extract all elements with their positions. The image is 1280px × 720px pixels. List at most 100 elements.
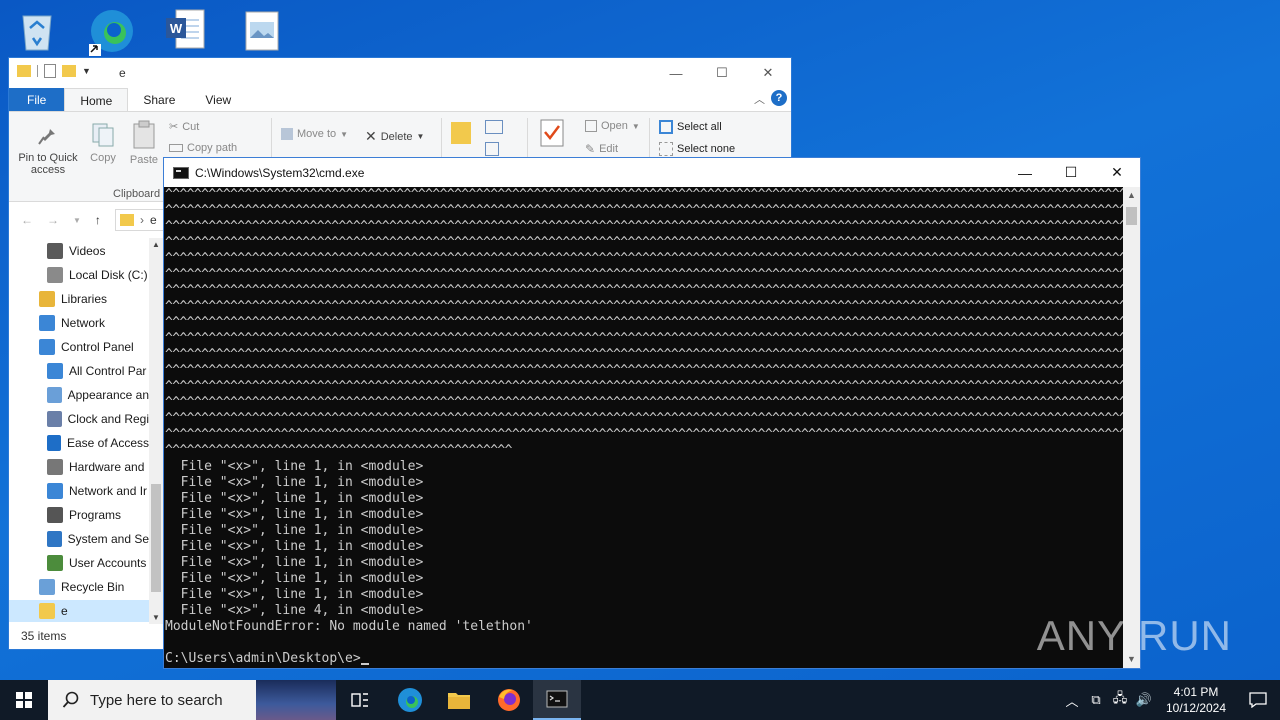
nav-item-icon [47,483,63,499]
edit-icon: ✎ [585,142,596,156]
nav-item-icon [39,315,55,331]
console-output[interactable]: ^^^^^^^^^^^^^^^^^^^^^^^^^^^^^^^^^^^^^^^^… [165,187,1123,668]
help-icon[interactable]: ? [771,90,787,106]
nav-item[interactable]: Local Disk (C:) [9,264,149,286]
tab-share[interactable]: Share [128,88,190,111]
nav-item[interactable]: Network and Ir [9,480,149,502]
clipboard-group-label: Clipboard [113,188,161,200]
tab-view[interactable]: View [190,88,246,111]
taskbar-cmd[interactable] [533,680,581,720]
paste-button[interactable]: Paste [129,120,159,166]
taskbar-file-explorer[interactable] [435,680,483,720]
taskbar-search-box[interactable]: Type here to search [48,680,336,720]
breadcrumb-chevron-icon: › [140,213,144,227]
word-document-icon[interactable]: W [162,6,210,56]
nav-item[interactable]: Libraries [9,288,149,310]
caret-line: ^^^^^^^^^^^^^^^^^^^^^^^^^^^^^^^^^^^^^^^^… [165,315,1123,330]
nav-item-label: Network [61,316,106,330]
open-button[interactable]: Open ▼ [585,120,640,132]
traceback-line: File "<x>", line 1, in <module> [165,491,424,506]
command-prompt-window[interactable]: C:\Windows\System32\cmd.exe — ☐ ✕ ^^^^^^… [163,157,1141,669]
properties-button[interactable] [539,118,565,151]
svg-text:W: W [170,21,183,36]
nav-item[interactable]: e [9,600,149,622]
volume-icon[interactable]: 🔊 [1132,692,1156,708]
select-none-button[interactable]: Select none [659,142,735,156]
history-chevron-icon[interactable]: ▼ [73,216,81,225]
search-icon [62,691,79,708]
minimize-button[interactable]: — [1002,158,1048,187]
nav-item[interactable]: Appearance an [9,384,149,406]
new-item-button[interactable] [485,120,503,137]
nav-item[interactable]: Ease of Access [9,432,149,454]
task-view-button[interactable] [336,680,384,720]
prompt-line[interactable]: C:\Users\admin\Desktop\e> [165,651,1123,667]
copy-path-icon [169,144,183,152]
taskbar-edge[interactable] [386,680,434,720]
close-button[interactable]: ✕ [1094,158,1140,187]
maximize-button[interactable]: ☐ [1048,158,1094,187]
nav-item[interactable]: Control Panel [9,336,149,358]
cut-button[interactable]: ✂ Cut [169,120,199,134]
back-arrow-icon[interactable]: ← [21,213,33,227]
nav-item[interactable]: Recycle Bin [9,576,149,598]
network-status-icon[interactable]: ⧉ [1084,692,1108,708]
nav-item-icon [39,291,55,307]
nav-item[interactable]: All Control Par [9,360,149,382]
select-all-button[interactable]: Select all [659,120,722,134]
edge-icon[interactable] [87,6,135,56]
delete-x-icon: ✕ [365,128,377,144]
nav-item[interactable]: Hardware and [9,456,149,478]
copy-button[interactable]: Copy [89,122,117,164]
nav-item[interactable]: Programs [9,504,149,526]
collapse-ribbon-icon[interactable]: ︿ [754,91,765,107]
taskbar-clock[interactable]: 4:01 PM 10/12/2024 [1156,684,1236,716]
taskbar-firefox[interactable] [485,680,533,720]
new-folder-button[interactable] [451,122,471,147]
qat-dropdown-icon[interactable]: ▼ [82,66,91,76]
move-to-button[interactable]: Move to ▼ [281,128,348,140]
maximize-button[interactable]: ☐ [699,58,745,88]
windows-logo-icon [16,692,32,708]
recycle-bin-icon[interactable] [13,6,61,56]
navigation-scrollbar[interactable]: ▲ ▼ [149,238,163,624]
scroll-up-icon[interactable]: ▲ [152,240,160,249]
properties-icon[interactable] [44,64,56,78]
cmd-scrollbar[interactable]: ▲ ▼ [1123,187,1140,668]
caret-line: ^^^^^^^^^^^^^^^^^^^^^^^^^^^^^^^^^^^^^^^^… [165,187,1123,202]
image-file-icon[interactable] [238,6,286,56]
nav-item[interactable]: Videos [9,240,149,262]
notification-center-button[interactable] [1236,680,1280,720]
start-button[interactable] [0,680,48,720]
nav-item[interactable]: System and Se [9,528,149,550]
close-button[interactable]: ✕ [745,58,791,88]
nav-item[interactable]: Clock and Regi [9,408,149,430]
easy-access-icon [485,142,499,156]
edit-button[interactable]: ✎ Edit [585,142,618,156]
new-folder-icon[interactable] [62,65,76,77]
scrollbar-thumb[interactable] [1126,207,1137,225]
anyrun-watermark: ANY RUN [1036,612,1232,659]
task-view-icon [351,693,368,707]
nav-item[interactable]: Network [9,312,149,334]
nav-item-label: e [61,604,68,618]
system-tray: ︿ ⧉ 🖧 🔊 4:01 PM 10/12/2024 [1060,680,1280,720]
network-icon[interactable]: 🖧 [1108,689,1132,711]
paste-icon [133,120,155,149]
nav-item-icon [47,507,63,523]
tab-file[interactable]: File [9,88,65,111]
nav-item[interactable]: User Accounts [9,552,149,574]
delete-button[interactable]: ✕ Delete ▼ [365,128,424,145]
show-hidden-icons-icon[interactable]: ︿ [1060,691,1084,710]
copy-path-button[interactable]: Copy path [169,142,237,154]
forward-arrow-icon[interactable]: → [47,213,59,227]
chevron-down-icon: ▼ [631,121,640,131]
scrollbar-thumb[interactable] [151,484,161,592]
up-arrow-icon[interactable]: ↑ [95,213,101,227]
minimize-button[interactable]: — [653,58,699,88]
status-bar-item-count: 35 items [21,629,67,643]
tab-home[interactable]: Home [64,88,129,111]
pin-quick-access-button[interactable]: Pin to Quick access [15,122,81,176]
scroll-down-icon[interactable]: ▼ [152,613,160,622]
scroll-up-icon[interactable]: ▲ [1123,187,1140,204]
